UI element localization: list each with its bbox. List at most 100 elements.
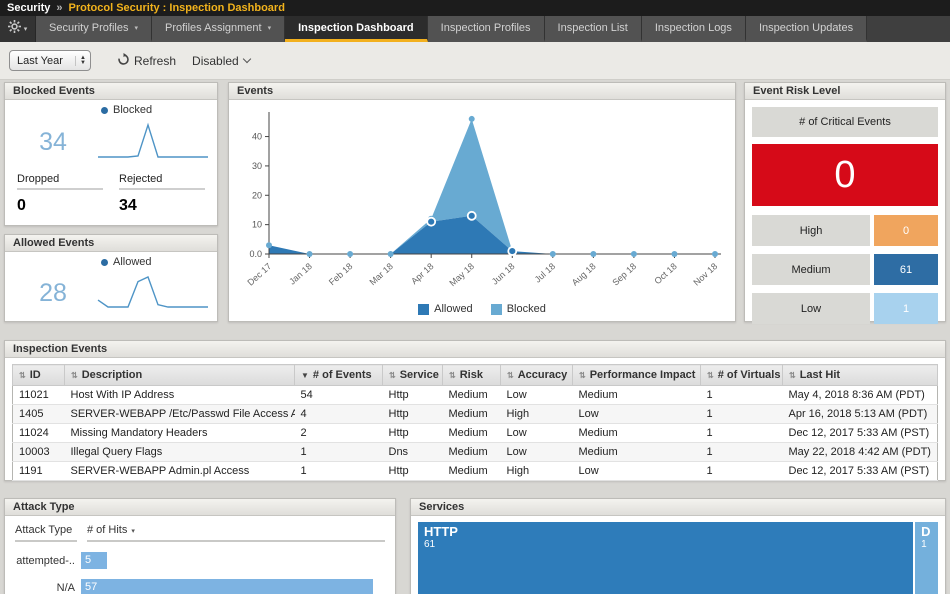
tab-inspection-logs[interactable]: Inspection Logs (642, 16, 746, 42)
dropped-stat: Dropped 0 (17, 173, 103, 215)
blocked-stats: Dropped 0 Rejected 34 (5, 167, 217, 215)
tab-label: Inspection Logs (655, 22, 732, 34)
table-cell: Http (383, 405, 443, 424)
attack-type-bar[interactable]: 57 (81, 579, 373, 594)
table-cell: Illegal Query Flags (65, 443, 295, 462)
table-cell: Host With IP Address (65, 386, 295, 405)
sort-desc-icon: ▾ (131, 528, 135, 535)
tab-profiles-assignment[interactable]: Profiles Assignment▾ (152, 16, 285, 42)
svg-text:20: 20 (252, 190, 262, 200)
column-label: Description (82, 369, 143, 381)
table-row[interactable]: 1405SERVER-WEBAPP /Etc/Passwd File Acces… (13, 405, 938, 424)
treemap-cell-http[interactable]: HTTP61 (418, 522, 913, 594)
disabled-dropdown[interactable]: Disabled (192, 54, 250, 68)
tab-label: Security Profiles (49, 22, 128, 34)
svg-text:May 18: May 18 (447, 261, 476, 288)
event-id-link[interactable]: 10003 (13, 443, 65, 462)
attack-type-label: N/A (15, 582, 81, 594)
breadcrumb-section[interactable]: Security (7, 2, 50, 14)
blocked-summary: 34 (5, 116, 217, 167)
table-cell: Medium (443, 462, 501, 481)
sort-icon: ⇅ (19, 371, 26, 380)
sort-icon: ⇅ (507, 371, 514, 380)
table-cell: SERVER-WEBAPP /Etc/Passwd File Access At… (65, 405, 295, 424)
svg-text:Apr 18: Apr 18 (409, 261, 435, 286)
tab-inspection-list[interactable]: Inspection List (545, 16, 642, 42)
sort-icon: ⇅ (579, 371, 586, 380)
time-period-select[interactable]: Last Year ▲▼ (9, 50, 91, 71)
risk-level-rows: High0Medium61Low1 (752, 215, 938, 324)
sort-desc-icon: ▼ (301, 371, 309, 380)
treemap-cell-d[interactable]: D1 (915, 522, 938, 594)
svg-text:Sep 18: Sep 18 (610, 261, 638, 288)
blocked-sparkline (95, 118, 211, 162)
tab-label: Profiles Assignment (165, 22, 262, 34)
column-header-last-hit[interactable]: ⇅Last Hit (783, 365, 938, 386)
attack-type-bar[interactable]: 5 (81, 552, 107, 569)
event-id-link[interactable]: 1191 (13, 462, 65, 481)
column-header-performance-impact[interactable]: ⇅ Performance Impact (573, 365, 701, 386)
column-header-risk[interactable]: ⇅Risk (443, 365, 501, 386)
inspection-table-header-row: ⇅ID⇅Description▼# of Events⇅Service⇅Risk… (13, 365, 938, 386)
tab-bar: ▾ Security Profiles ▾ Profiles Assignment▾… (0, 16, 950, 42)
attack-type-bars: attempted-..5 N/A57 (15, 552, 385, 594)
column-header-of-events[interactable]: ▼# of Events (295, 365, 383, 386)
refresh-icon (117, 53, 130, 69)
refresh-label: Refresh (134, 54, 176, 68)
event-id-link[interactable]: 11024 (13, 424, 65, 443)
table-cell: Medium (573, 443, 701, 462)
column-header-accuracy[interactable]: ⇅Accuracy (501, 365, 573, 386)
allowed-summary: 28 (5, 268, 217, 317)
breadcrumb-separator: » (56, 2, 62, 14)
column-label: Performance Impact (590, 369, 696, 381)
attack-type-title: Attack Type (5, 499, 395, 516)
table-cell: 1 (701, 462, 783, 481)
blocked-events-panel: Blocked Events Blocked 34 Dropped 0 Reje… (4, 82, 218, 226)
chevron-down-icon: ▾ (134, 24, 138, 32)
table-cell: Http (383, 386, 443, 405)
treemap-cell-label: HTTP (424, 524, 913, 539)
column-header-of-virtuals[interactable]: ⇅# of Virtuals (701, 365, 783, 386)
event-id-link[interactable]: 1405 (13, 405, 65, 424)
svg-text:0.0: 0.0 (249, 249, 262, 259)
column-header-id[interactable]: ⇅ID (13, 365, 65, 386)
event-id-link[interactable]: 11021 (13, 386, 65, 405)
risk-row-medium: Medium61 (752, 254, 938, 285)
tab-label: Inspection List (558, 22, 628, 34)
events-panel: Events 0.010203040Dec 17Jan 18Feb 18Mar … (228, 82, 736, 322)
table-cell: 1 (295, 462, 383, 481)
refresh-button[interactable]: Refresh (117, 53, 176, 69)
table-row[interactable]: 10003Illegal Query Flags1DnsMediumLowMed… (13, 443, 938, 462)
svg-text:30: 30 (252, 161, 262, 171)
table-row[interactable]: 1191SERVER-WEBAPP Admin.pl Access1HttpMe… (13, 462, 938, 481)
events-chart: 0.010203040Dec 17Jan 18Feb 18Mar 18Apr 1… (233, 102, 729, 296)
table-cell: Medium (443, 424, 501, 443)
chevron-down-icon (242, 55, 250, 63)
attack-type-row: attempted-..5 (15, 552, 385, 569)
events-chart-legend: AllowedBlocked (233, 303, 731, 315)
allowed-total: 28 (11, 270, 95, 317)
table-row[interactable]: 11024Missing Mandatory Headers2HttpMediu… (13, 424, 938, 443)
risk-value: 61 (874, 254, 938, 285)
column-header-description[interactable]: ⇅ Description (65, 365, 295, 386)
table-cell: Dec 12, 2017 5:33 AM (PST) (783, 462, 938, 481)
rejected-value: 34 (119, 197, 205, 215)
tab-security-profiles[interactable]: Security Profiles ▾ (36, 16, 152, 42)
attack-type-column-label[interactable]: Attack Type (15, 524, 77, 542)
svg-text:Jan 18: Jan 18 (287, 261, 314, 287)
attack-type-panel: Attack Type Attack Type # of Hits▾ attem… (4, 498, 396, 594)
settings-menu-button[interactable]: ▾ (0, 16, 36, 42)
sort-icon: ⇅ (71, 371, 78, 380)
tab-inspection-profiles[interactable]: Inspection Profiles (428, 16, 545, 42)
risk-row-high: High0 (752, 215, 938, 246)
tab-inspection-updates[interactable]: Inspection Updates (746, 16, 867, 42)
disabled-label: Disabled (192, 54, 239, 68)
column-label: Last Hit (800, 369, 840, 381)
table-row[interactable]: 11021Host With IP Address54HttpMediumLow… (13, 386, 938, 405)
table-cell: Dec 12, 2017 5:33 AM (PST) (783, 424, 938, 443)
tab-inspection-dashboard[interactable]: Inspection Dashboard (285, 16, 428, 42)
hits-column-label[interactable]: # of Hits▾ (87, 524, 385, 542)
column-header-service[interactable]: ⇅Service (383, 365, 443, 386)
chevron-down-icon: ▾ (24, 25, 28, 33)
table-cell: May 22, 2018 4:42 AM (PDT) (783, 443, 938, 462)
